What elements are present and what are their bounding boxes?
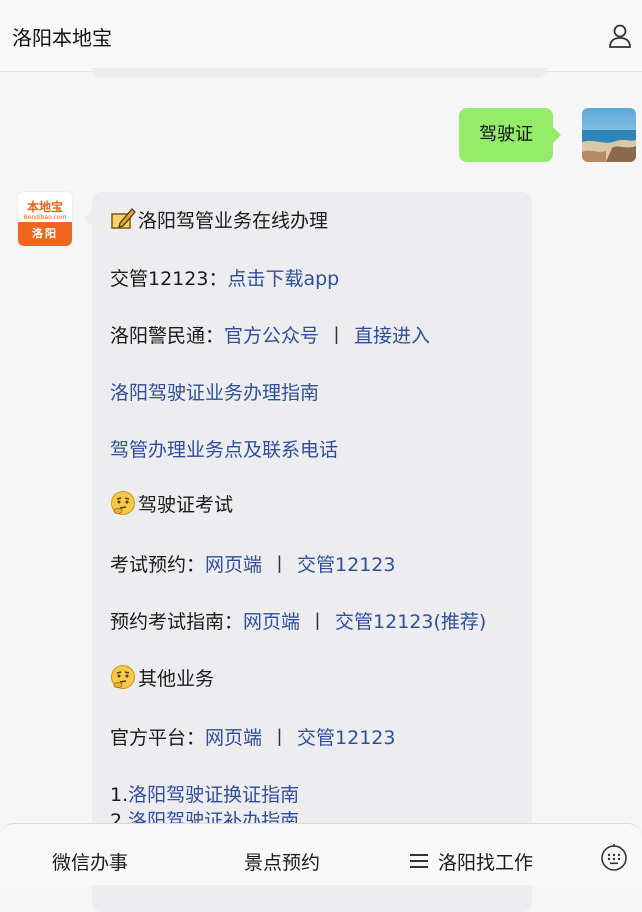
bot-avatar: 本地宝 Bendibao.com 洛阳 xyxy=(18,192,72,246)
jg12123-row: 交管12123：点击下载app xyxy=(110,268,340,290)
contact-row: 驾管办理业务点及联系电话 xyxy=(110,435,338,462)
keyboard-icon[interactable] xyxy=(600,844,628,872)
guide-row: 洛阳驾驶证业务办理指南 xyxy=(110,378,319,405)
exam-guide-row: 预约考试指南：网页端丨交管12123(推荐) xyxy=(110,611,487,633)
logo-city: 洛阳 xyxy=(18,222,72,246)
thinking-face-icon xyxy=(111,665,135,689)
official-account-link[interactable]: 官方公众号 xyxy=(224,325,319,347)
app-header: 洛阳本地宝 xyxy=(0,0,642,72)
exam-booking-row: 考试预约：网页端丨交管12123 xyxy=(110,554,396,576)
user-icon[interactable] xyxy=(606,22,634,50)
logo: 本地宝 Bendibao.com xyxy=(18,192,72,222)
memo-icon xyxy=(111,208,136,229)
exam-guide-web-link[interactable]: 网页端 xyxy=(243,611,300,633)
section-heading-other: 其他业务 xyxy=(110,664,214,691)
bottom-menu-bar: 微信办事 景点预约 洛阳找工作 xyxy=(0,823,642,885)
user-message-text: 驾驶证 xyxy=(479,124,533,145)
exam-web-link[interactable]: 网页端 xyxy=(205,554,262,576)
official-12123-link[interactable]: 交管12123 xyxy=(297,727,395,749)
contact-link[interactable]: 驾管办理业务点及联系电话 xyxy=(110,439,338,461)
list-item: 1.洛阳驾驶证换证指南 xyxy=(110,784,300,806)
official-web-link[interactable]: 网页端 xyxy=(205,727,262,749)
previous-message-bubble xyxy=(92,68,547,78)
menu-item-wechat-services[interactable]: 微信办事 xyxy=(52,848,128,875)
renewal-guide-link[interactable]: 洛阳驾驶证换证指南 xyxy=(128,784,299,806)
beach-photo xyxy=(582,108,636,162)
menu-item-scenic-booking[interactable]: 景点预约 xyxy=(244,848,320,875)
official-platform-row: 官方平台：网页端丨交管12123 xyxy=(110,727,396,749)
user-avatar xyxy=(582,108,636,162)
jingmintong-row: 洛阳警民通：官方公众号丨直接进入 xyxy=(110,325,431,347)
bot-message-bubble: 洛阳驾管业务在线办理 交管12123：点击下载app 洛阳警民通：官方公众号丨直… xyxy=(84,192,532,912)
license-guide-link[interactable]: 洛阳驾驶证业务办理指南 xyxy=(110,382,319,404)
direct-enter-link[interactable]: 直接进入 xyxy=(354,325,430,347)
menu-icon xyxy=(410,854,428,868)
menu-item-jobs[interactable]: 洛阳找工作 xyxy=(410,848,533,875)
download-app-link[interactable]: 点击下载app xyxy=(227,268,339,290)
user-message-bubble: 驾驶证 xyxy=(459,108,561,162)
exam-12123-link[interactable]: 交管12123 xyxy=(297,554,395,576)
thinking-face-icon xyxy=(111,491,135,515)
page-title: 洛阳本地宝 xyxy=(12,26,112,50)
section-heading-online: 洛阳驾管业务在线办理 xyxy=(110,206,328,233)
exam-guide-12123-link[interactable]: 交管12123(推荐) xyxy=(335,611,486,633)
section-heading-exam: 驾驶证考试 xyxy=(110,490,233,517)
